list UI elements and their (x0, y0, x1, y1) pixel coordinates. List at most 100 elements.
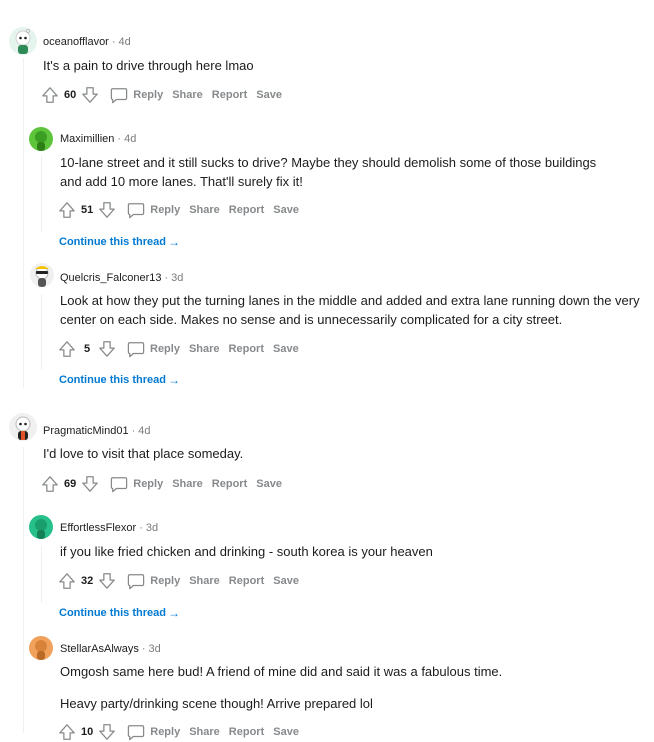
arrow-right-icon: → (167, 235, 180, 249)
timestamp[interactable]: 4d (124, 133, 136, 145)
share-button[interactable]: Share (172, 89, 203, 101)
separator: · (117, 133, 122, 145)
username[interactable]: Quelcris_Falconer13 (60, 272, 162, 284)
continue-thread-link[interactable]: Continue this thread → (59, 606, 180, 620)
thread-line[interactable] (41, 156, 42, 232)
comment-meta: PragmaticMind01 · 4d (43, 424, 151, 438)
reply-button[interactable]: Reply (127, 202, 180, 219)
upvote-button[interactable] (57, 339, 77, 359)
share-button[interactable]: Share (189, 575, 220, 587)
username[interactable]: StellarAsAlways (60, 643, 139, 655)
separator: · (131, 425, 136, 437)
vote-score: 10 (81, 726, 94, 738)
downvote-button[interactable] (80, 474, 100, 494)
report-button[interactable]: Report (212, 89, 247, 101)
comment-bubble-icon (111, 87, 128, 103)
share-button[interactable]: Share (189, 726, 220, 738)
share-button[interactable]: Share (189, 343, 220, 355)
report-button[interactable]: Report (212, 478, 247, 490)
report-button[interactable]: Report (229, 575, 264, 587)
username[interactable]: Maximillien (60, 133, 114, 145)
vote-score: 5 (83, 343, 91, 355)
comment-bubble-icon (127, 341, 145, 357)
continue-thread-label: Continue this thread (59, 374, 166, 386)
vote-score: 60 (64, 89, 77, 101)
reply-label: Reply (150, 343, 180, 355)
share-button[interactable]: Share (189, 204, 220, 216)
comment-actions: 51 Reply Share Report Save (57, 200, 299, 220)
share-button[interactable]: Share (172, 478, 203, 490)
timestamp[interactable]: 3d (146, 522, 158, 534)
thread-line[interactable] (23, 58, 24, 388)
avatar[interactable] (29, 636, 53, 660)
arrow-right-icon: → (167, 606, 180, 620)
timestamp[interactable]: 3d (149, 643, 161, 655)
save-button[interactable]: Save (273, 204, 299, 216)
thread-line[interactable] (41, 546, 42, 603)
comment-meta: Quelcris_Falconer13 · 3d (60, 271, 183, 285)
avatar[interactable] (30, 263, 54, 287)
avatar[interactable] (29, 515, 53, 539)
report-button[interactable]: Report (229, 204, 264, 216)
snoo-avatar-icon (15, 29, 31, 54)
comment-meta: EffortlessFlexor · 3d (60, 521, 158, 535)
downvote-icon (99, 202, 116, 218)
timestamp[interactable]: 4d (138, 425, 150, 437)
separator: · (164, 272, 169, 284)
upvote-icon (42, 87, 58, 103)
reply-button[interactable]: Reply (127, 724, 180, 741)
comment-bubble-icon (128, 202, 145, 218)
comment-body: 10-lane street and it still sucks to dri… (60, 155, 597, 189)
reply-button[interactable]: Reply (127, 341, 180, 358)
downvote-icon (99, 724, 116, 740)
report-button[interactable]: Report (229, 726, 264, 738)
comment-bubble-icon (128, 573, 145, 589)
username[interactable]: PragmaticMind01 (43, 425, 129, 437)
avatar[interactable] (9, 27, 37, 55)
comment-body-paragraph: Heavy party/drinking scene though! Arriv… (60, 696, 373, 711)
upvote-button[interactable] (40, 85, 60, 105)
save-button[interactable]: Save (256, 89, 282, 101)
avatar[interactable] (9, 413, 37, 441)
arrow-right-icon: → (167, 373, 180, 387)
downvote-button[interactable] (97, 722, 117, 742)
upvote-button[interactable] (57, 200, 77, 220)
save-button[interactable]: Save (273, 575, 299, 587)
comment-body: Look at how they put the turning lanes i… (60, 293, 640, 327)
report-button[interactable]: Report (229, 343, 264, 355)
thread-line[interactable] (23, 447, 24, 733)
reply-button[interactable]: Reply (110, 476, 163, 493)
timestamp[interactable]: 4d (119, 36, 131, 48)
continue-thread-link[interactable]: Continue this thread → (59, 373, 180, 387)
reply-button[interactable]: Reply (127, 573, 180, 590)
reply-label: Reply (150, 726, 181, 738)
save-button[interactable]: Save (273, 343, 299, 355)
vote-score: 69 (64, 478, 77, 490)
separator: · (141, 643, 146, 655)
upvote-button[interactable] (57, 571, 77, 591)
upvote-button[interactable] (40, 474, 60, 494)
comment-actions: 69 Reply Share Report Save (40, 474, 282, 494)
thread-line[interactable] (41, 294, 42, 370)
upvote-icon (59, 724, 75, 740)
upvote-button[interactable] (57, 722, 77, 742)
separator: · (139, 522, 143, 534)
username[interactable]: oceanofflavor (43, 36, 109, 48)
upvote-icon (42, 476, 58, 492)
reply-label: Reply (133, 89, 164, 101)
save-button[interactable]: Save (256, 478, 282, 490)
avatar[interactable] (29, 127, 53, 151)
continue-thread-label: Continue this thread (59, 236, 166, 248)
reply-label: Reply (133, 478, 164, 490)
downvote-icon (99, 573, 116, 589)
downvote-button[interactable] (97, 339, 117, 359)
save-button[interactable]: Save (273, 726, 299, 738)
downvote-button[interactable] (97, 571, 117, 591)
username[interactable]: EffortlessFlexor (60, 522, 136, 534)
upvote-icon (59, 341, 75, 357)
downvote-button[interactable] (80, 85, 100, 105)
timestamp[interactable]: 3d (171, 272, 183, 284)
reply-button[interactable]: Reply (110, 87, 163, 104)
downvote-button[interactable] (97, 200, 117, 220)
continue-thread-link[interactable]: Continue this thread → (59, 235, 180, 249)
